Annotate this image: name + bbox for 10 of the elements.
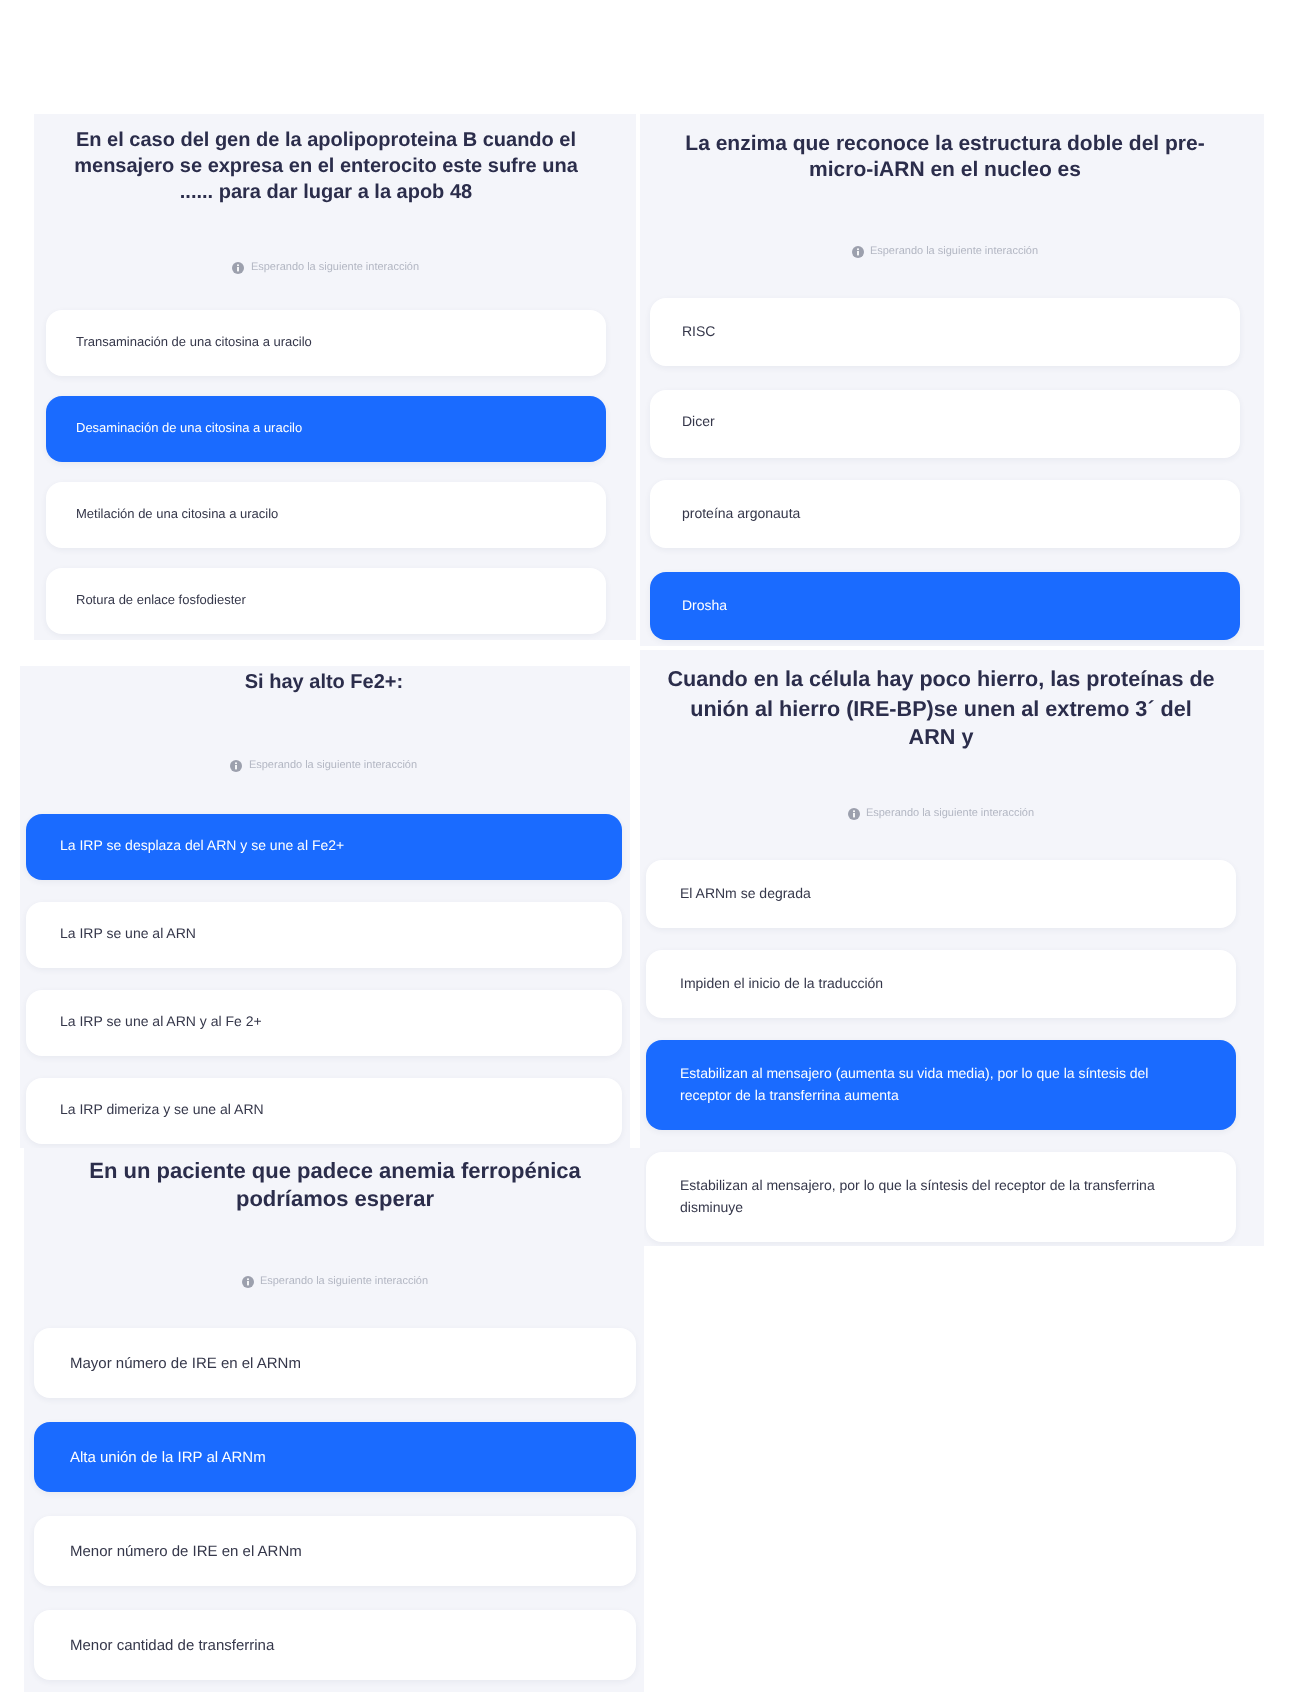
question-title: Si hay alto Fe2+: bbox=[244, 670, 404, 696]
question-title: Cuando en la célula hay poco hierro, las proteínas de unión al hierro (IRE-BP)se unen al extremo 3´ del ARN y bbox=[666, 666, 1216, 753]
question-title: La enzima que reconoce la estructura doble del pre-micro-iARN en el nucleo es bbox=[683, 132, 1207, 184]
info-icon bbox=[241, 1276, 254, 1288]
info-icon bbox=[851, 246, 864, 258]
question-title: En el caso del gen de la apolipoproteina B cuando el mensajero se expresa en el enterocito este sufre una ...... para dar lugar a la apob 48 bbox=[72, 128, 580, 206]
question-title: En un paciente que padece anemia ferropénica podríamos esperar bbox=[87, 1158, 583, 1214]
info-icon bbox=[847, 808, 860, 820]
info-icon bbox=[230, 760, 243, 772]
info-icon bbox=[232, 262, 245, 274]
